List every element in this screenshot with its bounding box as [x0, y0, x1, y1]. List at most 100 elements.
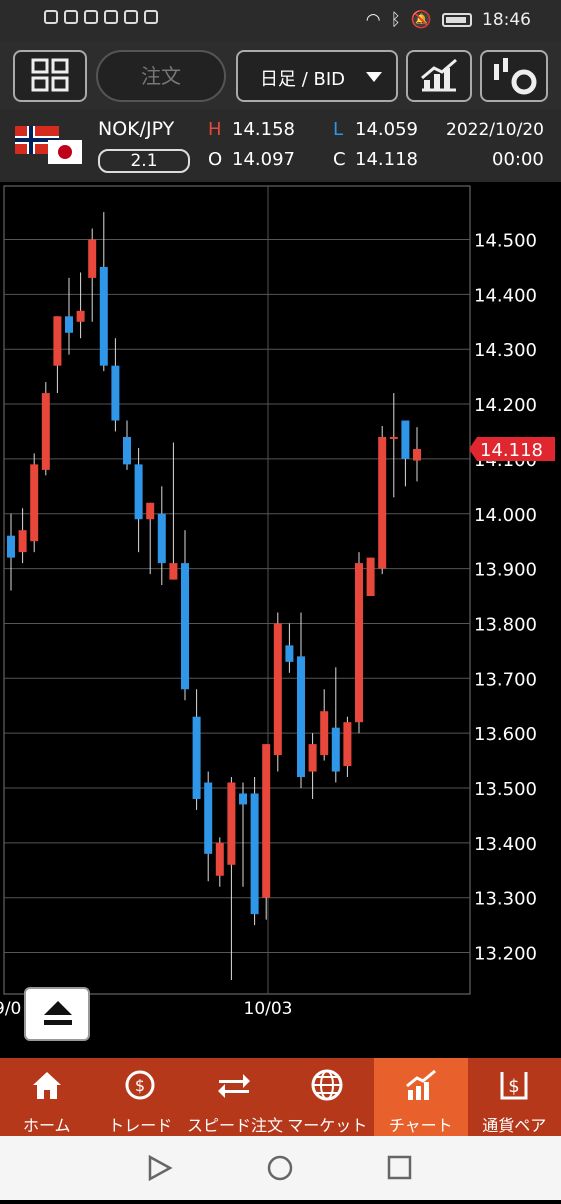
mail-icon	[104, 10, 118, 24]
app-icon	[144, 10, 158, 24]
close-value: 14.118	[355, 149, 418, 170]
battery-icon	[442, 13, 472, 27]
chart-type-button[interactable]	[406, 50, 472, 102]
plot-area	[4, 186, 470, 994]
low-value: 14.059	[355, 119, 418, 140]
candle-body	[262, 744, 270, 898]
candle-body	[65, 316, 73, 332]
candle-body	[285, 645, 293, 661]
y-tick-label: 13.200	[474, 944, 537, 965]
eject-icon	[44, 1001, 72, 1015]
candle-body	[100, 267, 108, 366]
candle-body	[193, 717, 201, 799]
high-label: H	[208, 119, 222, 140]
candlestick-chart[interactable]: 14.50014.40014.30014.20014.10014.00013.9…	[0, 182, 561, 1058]
x-tick-label: 10/03	[244, 999, 293, 1019]
y-tick-label: 14.500	[474, 231, 537, 252]
candle-body	[378, 437, 386, 569]
chart-icon	[404, 1068, 438, 1102]
open-value: 14.097	[232, 149, 295, 170]
candle-body	[297, 656, 305, 777]
candle	[42, 382, 50, 475]
home-nav-icon[interactable]	[269, 1157, 291, 1179]
candle	[251, 777, 259, 925]
open-label: O	[208, 149, 222, 170]
collapse-panel-button[interactable]	[24, 987, 90, 1041]
y-tick-label: 13.900	[474, 560, 537, 581]
candle-body	[135, 464, 143, 519]
candle-body	[42, 393, 50, 470]
currency-pair-icon: $	[497, 1068, 531, 1102]
tab-trade[interactable]: $ トレード	[94, 1058, 188, 1136]
candle-body	[53, 316, 61, 365]
candle-body	[181, 563, 189, 689]
tab-label: 通貨ペア	[468, 1112, 561, 1136]
tab-label: スピード注文	[187, 1112, 281, 1136]
currency-pair-name: NOK/JPY	[98, 118, 174, 140]
bottom-tab-bar: ホーム $ トレード スピード注文 マーケット チャート	[0, 1058, 561, 1136]
tab-label: マーケット	[281, 1112, 375, 1136]
google-icon	[124, 10, 138, 24]
y-tick-label: 13.300	[474, 889, 537, 910]
candle-body	[343, 722, 351, 766]
japan-flag-icon	[48, 140, 82, 164]
dropdown-caret-icon	[366, 72, 382, 82]
candle-body	[413, 449, 421, 461]
youtube-icon	[84, 10, 98, 24]
candle	[355, 552, 363, 733]
recents-icon[interactable]	[389, 1157, 410, 1178]
chart-settings-button[interactable]	[480, 50, 548, 102]
candle-body	[274, 623, 282, 755]
mute-icon: 🔕	[411, 10, 432, 30]
order-button[interactable]: 注文	[96, 50, 226, 102]
back-icon[interactable]	[150, 1157, 170, 1179]
period-label: 日足 / BID	[260, 65, 345, 91]
globe-icon	[310, 1068, 344, 1102]
headset-icon: ◠	[366, 10, 381, 30]
system-navigation-bar	[0, 1136, 561, 1200]
candle-body	[367, 558, 375, 596]
period-select[interactable]: 日足 / BID	[236, 50, 398, 102]
y-tick-label: 14.000	[474, 505, 537, 526]
y-tick-label: 13.400	[474, 834, 537, 855]
candle-body	[158, 514, 166, 563]
tab-market[interactable]: マーケット	[281, 1058, 375, 1136]
y-tick-label: 13.500	[474, 779, 537, 800]
high-value: 14.158	[232, 119, 295, 140]
trade-icon: $	[123, 1068, 157, 1102]
tab-chart[interactable]: チャート	[374, 1058, 468, 1136]
candle-body	[309, 744, 317, 771]
candle-body	[77, 311, 85, 322]
low-label: L	[333, 119, 343, 140]
candle-body	[227, 783, 235, 865]
y-tick-label: 14.200	[474, 395, 537, 416]
candle-body	[7, 536, 15, 558]
quote-date: 2022/10/20	[446, 120, 544, 140]
candle-body	[320, 711, 328, 755]
menu-grid-button[interactable]	[13, 50, 87, 102]
candle-body	[111, 366, 119, 421]
tab-currency-pair[interactable]: $ 通貨ペア	[468, 1058, 561, 1136]
indicator-settings-icon	[482, 52, 546, 100]
svg-text:$: $	[509, 1076, 520, 1097]
y-tick-label: 14.400	[474, 285, 537, 306]
x-tick-label: 9/0	[0, 999, 21, 1019]
candle-body	[251, 793, 259, 914]
wifi-icon	[64, 10, 78, 24]
candle	[378, 426, 386, 574]
candle	[274, 612, 282, 771]
candle-body	[332, 728, 340, 772]
tab-label: チャート	[374, 1112, 468, 1136]
tab-label: ホーム	[0, 1112, 94, 1136]
candle-body	[146, 503, 154, 519]
home-icon	[30, 1068, 64, 1102]
tab-home[interactable]: ホーム	[0, 1058, 94, 1136]
close-label: C	[333, 149, 346, 170]
candle-body	[390, 437, 398, 439]
tab-speed-order[interactable]: スピード注文	[187, 1058, 281, 1136]
candle	[367, 558, 375, 596]
speed-order-icon	[217, 1068, 251, 1102]
y-tick-label: 13.600	[474, 724, 537, 745]
spread-badge: 2.1	[98, 149, 190, 173]
current-price-label: 14.118	[480, 440, 543, 461]
